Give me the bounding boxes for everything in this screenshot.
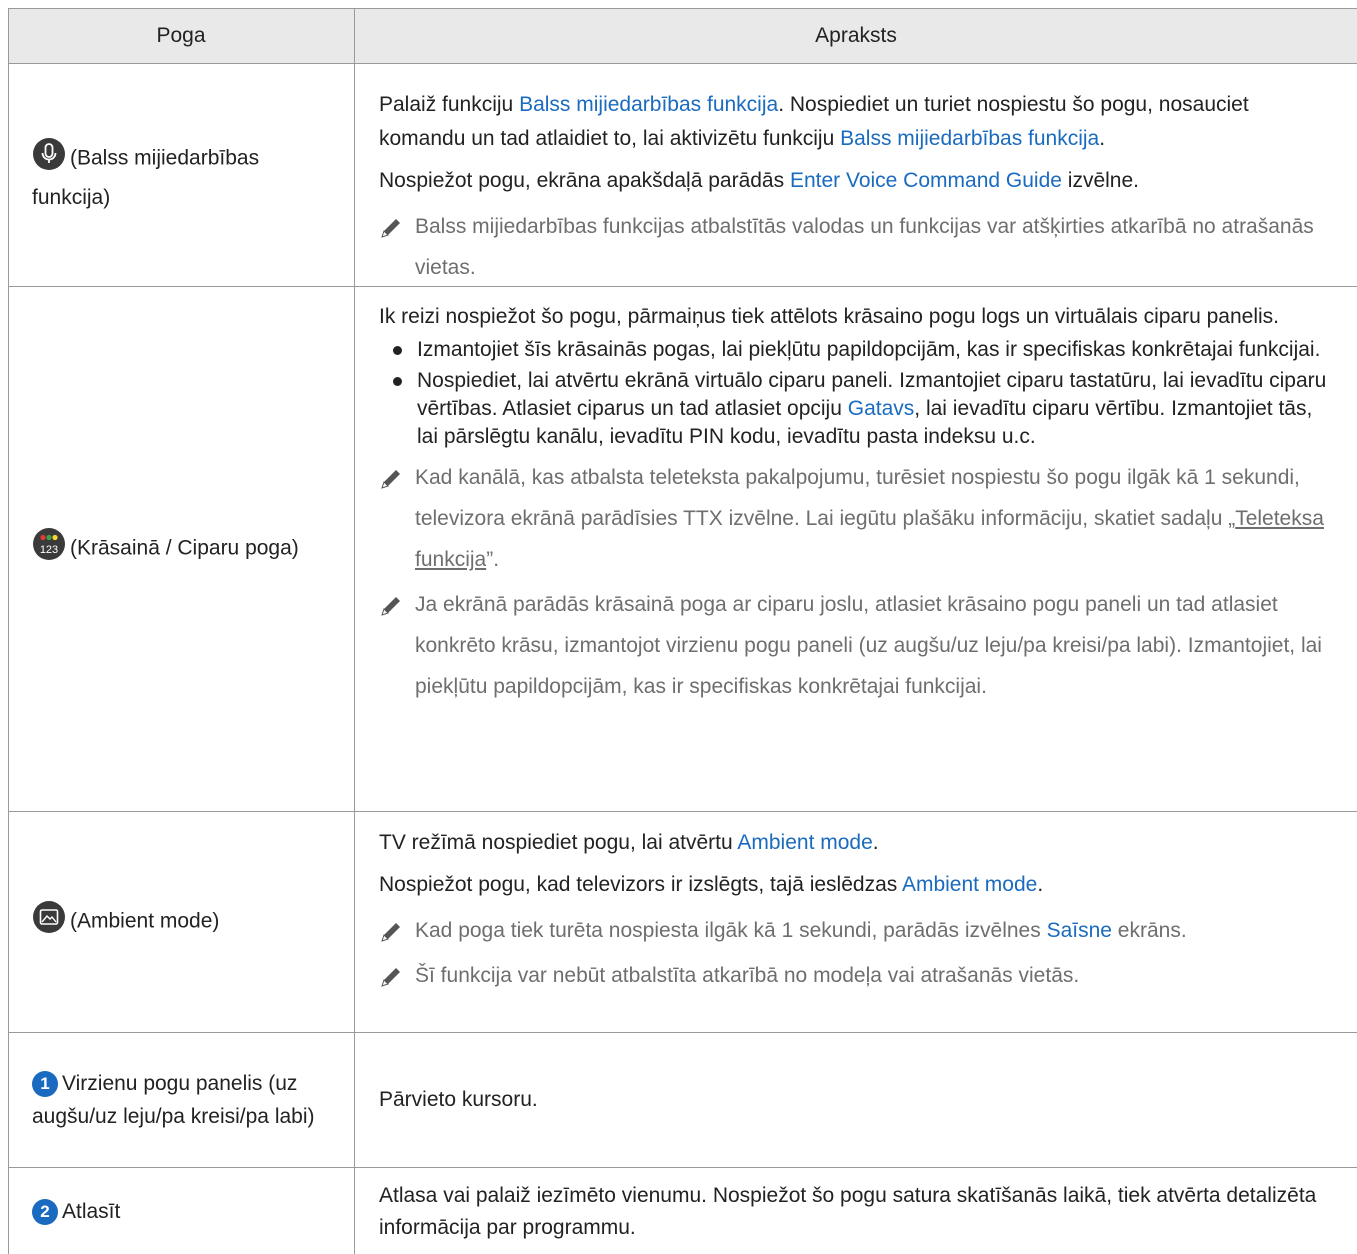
description-text: Palaiž funkciju Balss mijiedarbības funk… <box>379 93 1249 150</box>
number-badge: 2 <box>32 1198 58 1225</box>
table-row: 2 Atlasīt <box>8 1168 354 1254</box>
pencil-icon <box>381 219 400 238</box>
link-ambient-mode[interactable]: Ambient mode <box>737 831 872 854</box>
note: Kad poga tiek turēta nospiesta ilgāk kā … <box>379 910 1339 951</box>
list-item: Izmantojiet šīs krāsainās pogas, lai pie… <box>379 336 1339 364</box>
microphone-icon <box>32 137 66 181</box>
link-voice-command-guide[interactable]: Enter Voice Command Guide <box>790 169 1062 192</box>
button-label: Atlasīt <box>62 1199 121 1223</box>
button-cell-directional: 1 Virzienu pogu panelis (uz augšu/uz leju… <box>32 1067 332 1133</box>
link-voice-feature[interactable]: Balss mijiedarbības funkcija <box>840 127 1099 150</box>
note: Kad kanālā, kas atbalsta teleteksta paka… <box>379 457 1339 580</box>
note: Šī funkcija var nebūt atbalstīta atkarīb… <box>379 955 1339 996</box>
button-label: (Krāsainā / Ciparu poga) <box>70 536 299 560</box>
table-row: (Ambient mode) <box>8 812 354 1032</box>
description-cell-select: Atlasa vai palaiž iezīmēto vienumu. Nosp… <box>379 1180 1339 1252</box>
remote-buttons-table: Poga Apraksts (Balss mijiedarbības funkc… <box>8 8 1357 1254</box>
note: Balss mijiedarbības funkcijas atbalstītā… <box>379 206 1339 288</box>
table-row: 123 (Krāsainā / Ciparu poga) <box>8 287 354 811</box>
description-cell-color-number: Ik reizi nospiežot šo pogu, pārmaiņus ti… <box>379 302 1339 711</box>
note: Ja ekrānā parādās krāsainā poga ar cipar… <box>379 584 1339 707</box>
header-description-column: Apraksts <box>815 24 897 47</box>
description-cell-directional: Pārvieto kursoru. <box>379 1083 1339 1125</box>
header-button-column: Poga <box>156 24 206 47</box>
button-cell-select: 2 Atlasīt <box>32 1195 332 1228</box>
link-gatavs[interactable]: Gatavs <box>848 397 915 420</box>
button-cell-voice: (Balss mijiedarbības funkcija) <box>32 137 332 214</box>
description-cell-ambient: TV režīmā nospiediet pogu, lai atvērtu A… <box>379 826 1339 1000</box>
svg-text:123: 123 <box>40 544 58 556</box>
description-text: Nospiežot pogu, ekrāna apakšdaļā parādās… <box>379 169 1139 192</box>
pencil-icon <box>381 597 400 616</box>
list-item: Nospiediet, lai atvērtu ekrānā virtuālo … <box>379 367 1339 451</box>
table-header: Poga Apraksts <box>8 8 1357 63</box>
pencil-icon <box>381 923 400 942</box>
description-cell-voice: Palaiž funkciju Balss mijiedarbības funk… <box>379 88 1339 292</box>
table-row: (Balss mijiedarbības funkcija) <box>8 64 354 286</box>
button-cell-color-number: 123 (Krāsainā / Ciparu poga) <box>32 527 332 571</box>
button-label: Virzienu pogu panelis (uz augšu/uz leju/… <box>32 1072 315 1128</box>
color-number-icon: 123 <box>32 527 66 571</box>
description-text: Ik reizi nospiežot šo pogu, pārmaiņus ti… <box>379 305 1279 328</box>
ambient-mode-icon <box>32 900 66 944</box>
link-voice-feature[interactable]: Balss mijiedarbības funkcija <box>519 93 778 116</box>
link-ambient-mode[interactable]: Ambient mode <box>902 873 1037 896</box>
description-text: Atlasa vai palaiž iezīmēto vienumu. Nosp… <box>379 1184 1317 1239</box>
button-label: (Ambient mode) <box>70 909 220 933</box>
table-row: 1 Virzienu pogu panelis (uz augšu/uz leju… <box>8 1033 354 1167</box>
number-badge: 1 <box>32 1071 58 1098</box>
button-label: (Balss mijiedarbības funkcija) <box>32 146 260 209</box>
link-shortcut[interactable]: Saīsne <box>1047 919 1112 942</box>
description-text: Pārvieto kursoru. <box>379 1088 538 1111</box>
description-text: Nospiežot pogu, kad televizors ir izslēg… <box>379 873 1044 896</box>
pencil-icon <box>381 470 400 489</box>
description-text: TV režīmā nospiediet pogu, lai atvērtu A… <box>379 831 879 854</box>
pencil-icon <box>381 968 400 987</box>
button-cell-ambient: (Ambient mode) <box>32 900 332 944</box>
